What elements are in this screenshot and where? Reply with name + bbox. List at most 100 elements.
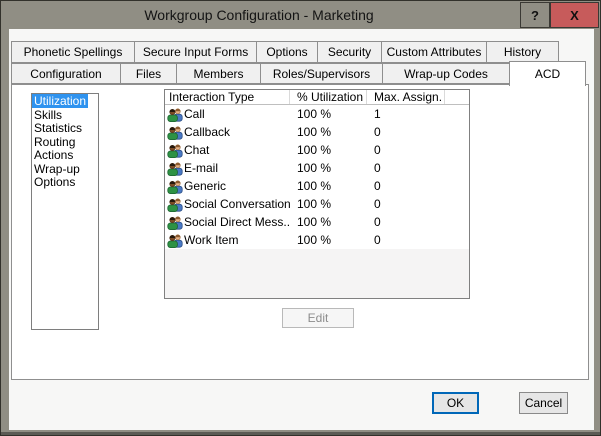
max-assign-cell: 0 (367, 159, 445, 177)
people-icon (167, 125, 183, 140)
close-icon: X (570, 8, 579, 23)
filler-cell (445, 141, 469, 159)
filler-cell (445, 105, 469, 123)
people-icon (167, 233, 183, 248)
tab-options[interactable]: Options (256, 41, 318, 63)
sidebar-item-options[interactable]: Options (32, 176, 98, 190)
tab-row-upper: Phonetic Spellings Secure Input Forms Op… (11, 41, 559, 63)
table-row[interactable]: Callback 100 %0 (165, 123, 469, 141)
interaction-type-label: Chat (184, 143, 209, 157)
sidebar-item-label: Options (32, 175, 77, 189)
sidebar-item-skills[interactable]: Skills (32, 109, 98, 123)
ok-button[interactable]: OK (432, 392, 479, 414)
title-bar[interactable]: Workgroup Configuration - Marketing ? X (1, 1, 601, 29)
tab-roles-supervisors[interactable]: Roles/Supervisors (260, 63, 383, 84)
filler-cell (445, 159, 469, 177)
edit-button[interactable]: Edit (282, 308, 354, 328)
tab-wrap-up-codes[interactable]: Wrap-up Codes (382, 63, 510, 84)
utilization-cell: 100 % (290, 231, 367, 249)
table-row[interactable]: Call 100 %1 (165, 105, 469, 123)
interaction-type-cell: Work Item (165, 231, 290, 249)
people-icon (167, 161, 183, 176)
column-header-interaction-type[interactable]: Interaction Type (165, 90, 290, 104)
help-icon: ? (531, 8, 539, 23)
sidebar-item-actions[interactable]: Actions (32, 149, 98, 163)
tab-phonetic-spellings[interactable]: Phonetic Spellings (11, 41, 135, 63)
interaction-type-label: E-mail (184, 161, 218, 175)
workgroup-configuration-dialog: Workgroup Configuration - Marketing ? X … (0, 0, 601, 436)
interaction-type-cell: Call (165, 105, 290, 123)
filler-cell (445, 123, 469, 141)
acd-tab-page: Utilization Skills Statistics Routing Ac… (11, 84, 589, 380)
table-row[interactable]: Social Direct Mess...100 %0 (165, 213, 469, 231)
interaction-type-cell: E-mail (165, 159, 290, 177)
sidebar-item-statistics[interactable]: Statistics (32, 122, 98, 136)
people-icon (167, 179, 183, 194)
max-assign-cell: 1 (367, 105, 445, 123)
utilization-cell: 100 % (290, 159, 367, 177)
max-assign-cell: 0 (367, 177, 445, 195)
max-assign-cell: 0 (367, 213, 445, 231)
close-button[interactable]: X (550, 2, 599, 28)
dialog-client-area: Phonetic Spellings Secure Input Forms Op… (9, 29, 594, 430)
table-row[interactable]: E-mail 100 %0 (165, 159, 469, 177)
interaction-type-label: Work Item (184, 233, 238, 247)
filler-cell (445, 231, 469, 249)
people-icon (167, 197, 183, 212)
table-header: Interaction Type % Utilization Max. Assi… (165, 90, 469, 105)
tab-configuration[interactable]: Configuration (11, 63, 121, 84)
sidebar-item-label: Routing (32, 135, 77, 149)
utilization-cell: 100 % (290, 123, 367, 141)
interaction-type-label: Social Direct Mess... (184, 215, 290, 229)
utilization-cell: 100 % (290, 141, 367, 159)
interaction-type-label: Generic (184, 179, 226, 193)
table-row[interactable]: Chat 100 %0 (165, 141, 469, 159)
table-row[interactable]: Social Conversation100 %0 (165, 195, 469, 213)
max-assign-cell: 0 (367, 123, 445, 141)
interaction-type-cell: Social Direct Mess... (165, 213, 290, 231)
sidebar-item-utilization[interactable]: Utilization (32, 95, 98, 109)
interaction-type-label: Callback (184, 125, 230, 139)
table-row[interactable]: Generic 100 %0 (165, 177, 469, 195)
interaction-type-label: Social Conversation (184, 197, 290, 211)
tab-custom-attributes[interactable]: Custom Attributes (381, 41, 487, 63)
tab-secure-input-forms[interactable]: Secure Input Forms (134, 41, 257, 63)
utilization-cell: 100 % (290, 177, 367, 195)
utilization-table: Interaction Type % Utilization Max. Assi… (164, 89, 470, 299)
interaction-type-label: Call (184, 107, 205, 121)
tab-acd[interactable]: ACD (509, 61, 586, 86)
tab-history[interactable]: History (486, 41, 559, 63)
cancel-button[interactable]: Cancel (519, 392, 568, 414)
sidebar-item-label: Wrap-up (32, 162, 82, 176)
acd-category-listbox[interactable]: Utilization Skills Statistics Routing Ac… (31, 93, 99, 330)
help-button[interactable]: ? (520, 2, 550, 28)
interaction-type-cell: Social Conversation (165, 195, 290, 213)
tab-files[interactable]: Files (120, 63, 177, 84)
filler-cell (445, 195, 469, 213)
interaction-type-cell: Generic (165, 177, 290, 195)
sidebar-item-label: Actions (32, 148, 75, 162)
utilization-cell: 100 % (290, 195, 367, 213)
column-header-max-assign[interactable]: Max. Assign. (367, 90, 445, 104)
column-header-utilization[interactable]: % Utilization (290, 90, 367, 104)
utilization-cell: 100 % (290, 105, 367, 123)
people-icon (167, 215, 183, 230)
sidebar-item-wrap-up[interactable]: Wrap-up (32, 163, 98, 177)
people-icon (167, 107, 183, 122)
interaction-type-cell: Callback (165, 123, 290, 141)
tab-row-lower: Configuration Files Members Roles/Superv… (11, 63, 586, 84)
tab-members[interactable]: Members (176, 63, 261, 84)
table-body: Call100 %1Callback100 %0Chat100 %0E-mail… (165, 105, 469, 249)
tab-security[interactable]: Security (317, 41, 382, 63)
window-frame-bottom-edge (1, 432, 601, 435)
filler-cell (445, 177, 469, 195)
sidebar-item-label: Utilization (32, 94, 88, 108)
max-assign-cell: 0 (367, 141, 445, 159)
sidebar-item-routing[interactable]: Routing (32, 136, 98, 150)
window-title: Workgroup Configuration - Marketing (1, 1, 517, 29)
people-icon (167, 143, 183, 158)
max-assign-cell: 0 (367, 231, 445, 249)
utilization-cell: 100 % (290, 213, 367, 231)
table-row[interactable]: Work Item 100 %0 (165, 231, 469, 249)
filler-cell (445, 213, 469, 231)
